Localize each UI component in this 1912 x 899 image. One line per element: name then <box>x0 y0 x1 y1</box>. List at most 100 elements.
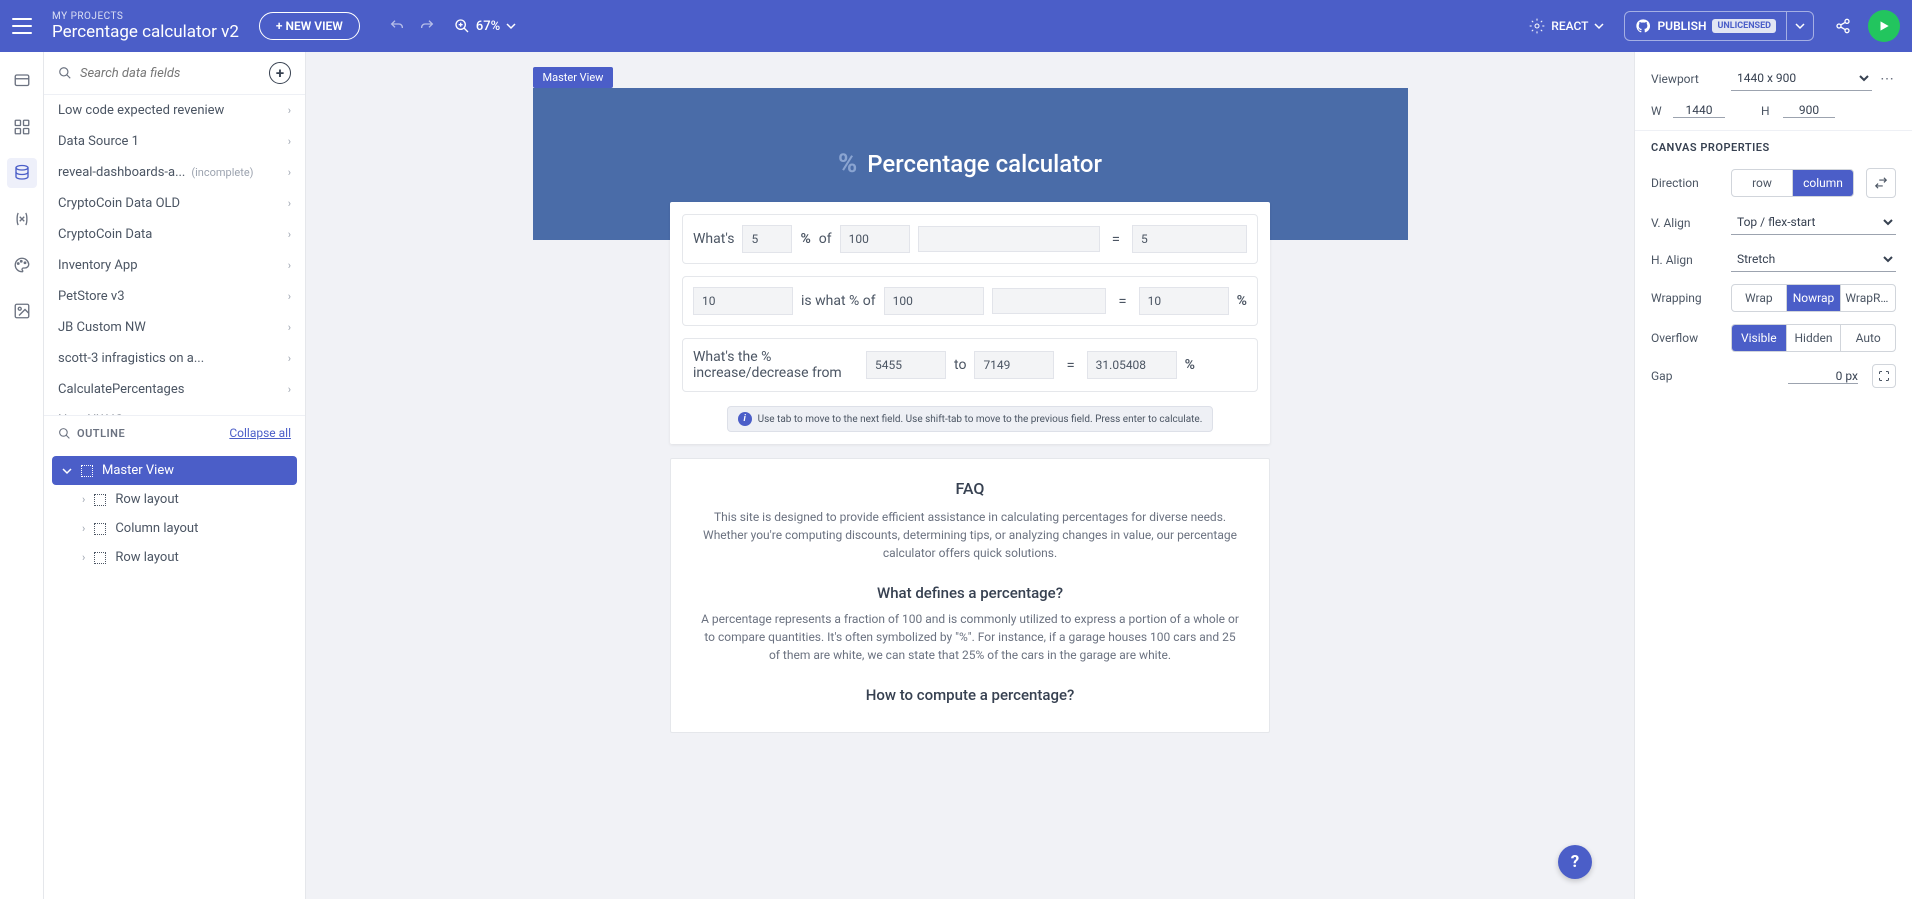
data-source-item[interactable]: PetStore v3› <box>44 281 305 312</box>
zoom-control[interactable]: 67% <box>454 18 516 34</box>
tree-item[interactable]: ›Column layout <box>52 514 297 543</box>
data-source-item[interactable]: CryptoCoin Data› <box>44 219 305 250</box>
w-label: W <box>1651 104 1665 118</box>
overflow-visible[interactable]: Visible <box>1732 325 1787 351</box>
view-tag[interactable]: Master View <box>533 67 614 88</box>
data-source-item[interactable]: scott-3 infragistics on a...› <box>44 343 305 374</box>
data-panel: + Low code expected reveniew›Data Source… <box>44 52 306 899</box>
new-view-button[interactable]: + NEW VIEW <box>259 12 360 40</box>
add-data-button[interactable]: + <box>269 62 291 84</box>
outline-label: OUTLINE <box>77 427 125 440</box>
chevron-right-icon: › <box>288 166 291 179</box>
data-source-item[interactable]: JB Custom NW› <box>44 312 305 343</box>
tip-chip: i Use tab to move to the next field. Use… <box>727 406 1214 432</box>
faq-intro: This site is designed to provide efficie… <box>699 508 1241 562</box>
data-source-item[interactable]: CryptoCoin Data OLD› <box>44 188 305 219</box>
viewport-select[interactable]: 1440 x 900 <box>1731 66 1872 91</box>
data-source-item[interactable]: Low code expected reveniew› <box>44 95 305 126</box>
label-iswhat: is what % of <box>801 293 876 309</box>
data-source-item[interactable]: Data Source 1› <box>44 126 305 157</box>
overflow-hidden[interactable]: Hidden <box>1787 325 1842 351</box>
equals-icon: = <box>1114 292 1130 310</box>
share-icon[interactable] <box>1830 13 1856 39</box>
row3-input-b[interactable]: 7149 <box>974 351 1054 379</box>
swap-direction-button[interactable] <box>1866 168 1896 198</box>
tip-text: Use tab to move to the next field. Use s… <box>758 414 1203 425</box>
app-header: MY PROJECTS Percentage calculator v2 + N… <box>0 0 1912 52</box>
data-source-item[interactable]: Inventory App› <box>44 250 305 281</box>
label-whats: What's <box>693 231 734 247</box>
rail-assets-icon[interactable] <box>7 296 37 326</box>
valign-label: V. Align <box>1651 216 1723 230</box>
chevron-right-icon: › <box>288 228 291 241</box>
chevron-right-icon: › <box>288 352 291 365</box>
menu-icon[interactable] <box>12 18 32 34</box>
breadcrumb[interactable]: MY PROJECTS Percentage calculator v2 <box>52 11 239 42</box>
direction-column[interactable]: column <box>1793 170 1853 196</box>
height-input[interactable] <box>1783 103 1835 118</box>
row2-input-b[interactable]: 100 <box>884 287 984 315</box>
row1-result: 5 <box>1132 225 1247 253</box>
row2-result: 10 <box>1139 287 1229 315</box>
redo-icon[interactable] <box>414 13 440 39</box>
gear-icon <box>1529 18 1545 34</box>
help-button[interactable]: ? <box>1558 845 1592 879</box>
publish-button[interactable]: PUBLISH UNLICENSED <box>1624 11 1814 41</box>
chevron-right-icon: › <box>288 135 291 148</box>
calc-row-3: What's the % increase/decrease from 5455… <box>682 338 1258 392</box>
canvas[interactable]: Master View % Percentage calculator What… <box>306 52 1634 899</box>
collapse-all-link[interactable]: Collapse all <box>229 426 291 440</box>
wrapping-wrap[interactable]: Wrap <box>1732 285 1787 311</box>
breadcrumb-label: MY PROJECTS <box>52 11 239 22</box>
rail-themes-icon[interactable] <box>7 250 37 280</box>
chevron-right-icon: › <box>82 522 85 535</box>
rail-components-icon[interactable] <box>7 112 37 142</box>
direction-row[interactable]: row <box>1732 170 1793 196</box>
gap-lock-button[interactable] <box>1872 364 1896 388</box>
wrapping-nowrap[interactable]: Nowrap <box>1787 285 1842 311</box>
rail-data-icon[interactable] <box>7 158 37 188</box>
gap-label: Gap <box>1651 369 1723 383</box>
publish-dropdown[interactable] <box>1786 12 1813 40</box>
overflow-auto[interactable]: Auto <box>1841 325 1895 351</box>
faq-title: FAQ <box>699 479 1241 498</box>
overflow-label: Overflow <box>1651 331 1723 345</box>
equals-icon: = <box>1062 356 1078 374</box>
search-icon <box>58 427 71 440</box>
tree-item[interactable]: ›Row layout <box>52 543 297 572</box>
github-icon <box>1635 18 1651 34</box>
row2-input-a[interactable]: 10 <box>693 287 793 315</box>
rail-views-icon[interactable] <box>7 66 37 96</box>
row1-input-b[interactable]: 100 <box>840 225 910 253</box>
tree-item[interactable]: ›Row layout <box>52 485 297 514</box>
data-source-item[interactable]: reveal-dashboards-a...(incomplete)› <box>44 157 305 188</box>
gap-input[interactable] <box>1788 369 1858 384</box>
wrapping-wrapre[interactable]: WrapRe... <box>1841 285 1895 311</box>
rail-variables-icon[interactable] <box>7 204 37 234</box>
chevron-right-icon: › <box>288 321 291 334</box>
undo-icon[interactable] <box>384 13 410 39</box>
search-input[interactable] <box>80 66 261 81</box>
equals-icon: = <box>1108 230 1124 248</box>
more-icon[interactable]: ⋯ <box>1880 71 1896 87</box>
h-label: H <box>1761 104 1775 118</box>
calc-row-1: What's 5 % of 100 = 5 <box>682 214 1258 264</box>
row1-input-a[interactable]: 5 <box>742 225 792 253</box>
canvas-properties-label: CANVAS PROPERTIES <box>1651 141 1896 154</box>
valign-select[interactable]: Top / flex-start <box>1731 210 1896 235</box>
framework-dropdown[interactable]: REACT <box>1529 18 1604 34</box>
chevron-down-icon <box>1594 21 1604 31</box>
data-source-item[interactable]: New NW IG› <box>44 405 305 415</box>
halign-select[interactable]: Stretch <box>1731 247 1896 272</box>
row3-input-a[interactable]: 5455 <box>866 351 946 379</box>
row3-result: 31.05408 <box>1087 351 1177 379</box>
faq-q1-body: A percentage represents a fraction of 10… <box>699 610 1241 664</box>
width-input[interactable] <box>1673 103 1725 118</box>
chevron-right-icon: › <box>288 104 291 117</box>
chevron-down-icon <box>506 21 516 31</box>
direction-label: Direction <box>1651 176 1723 190</box>
data-source-item[interactable]: CalculatePercentages› <box>44 374 305 405</box>
tree-root[interactable]: Master View <box>52 456 297 485</box>
play-button[interactable] <box>1868 10 1900 42</box>
chevron-right-icon: › <box>82 551 85 564</box>
